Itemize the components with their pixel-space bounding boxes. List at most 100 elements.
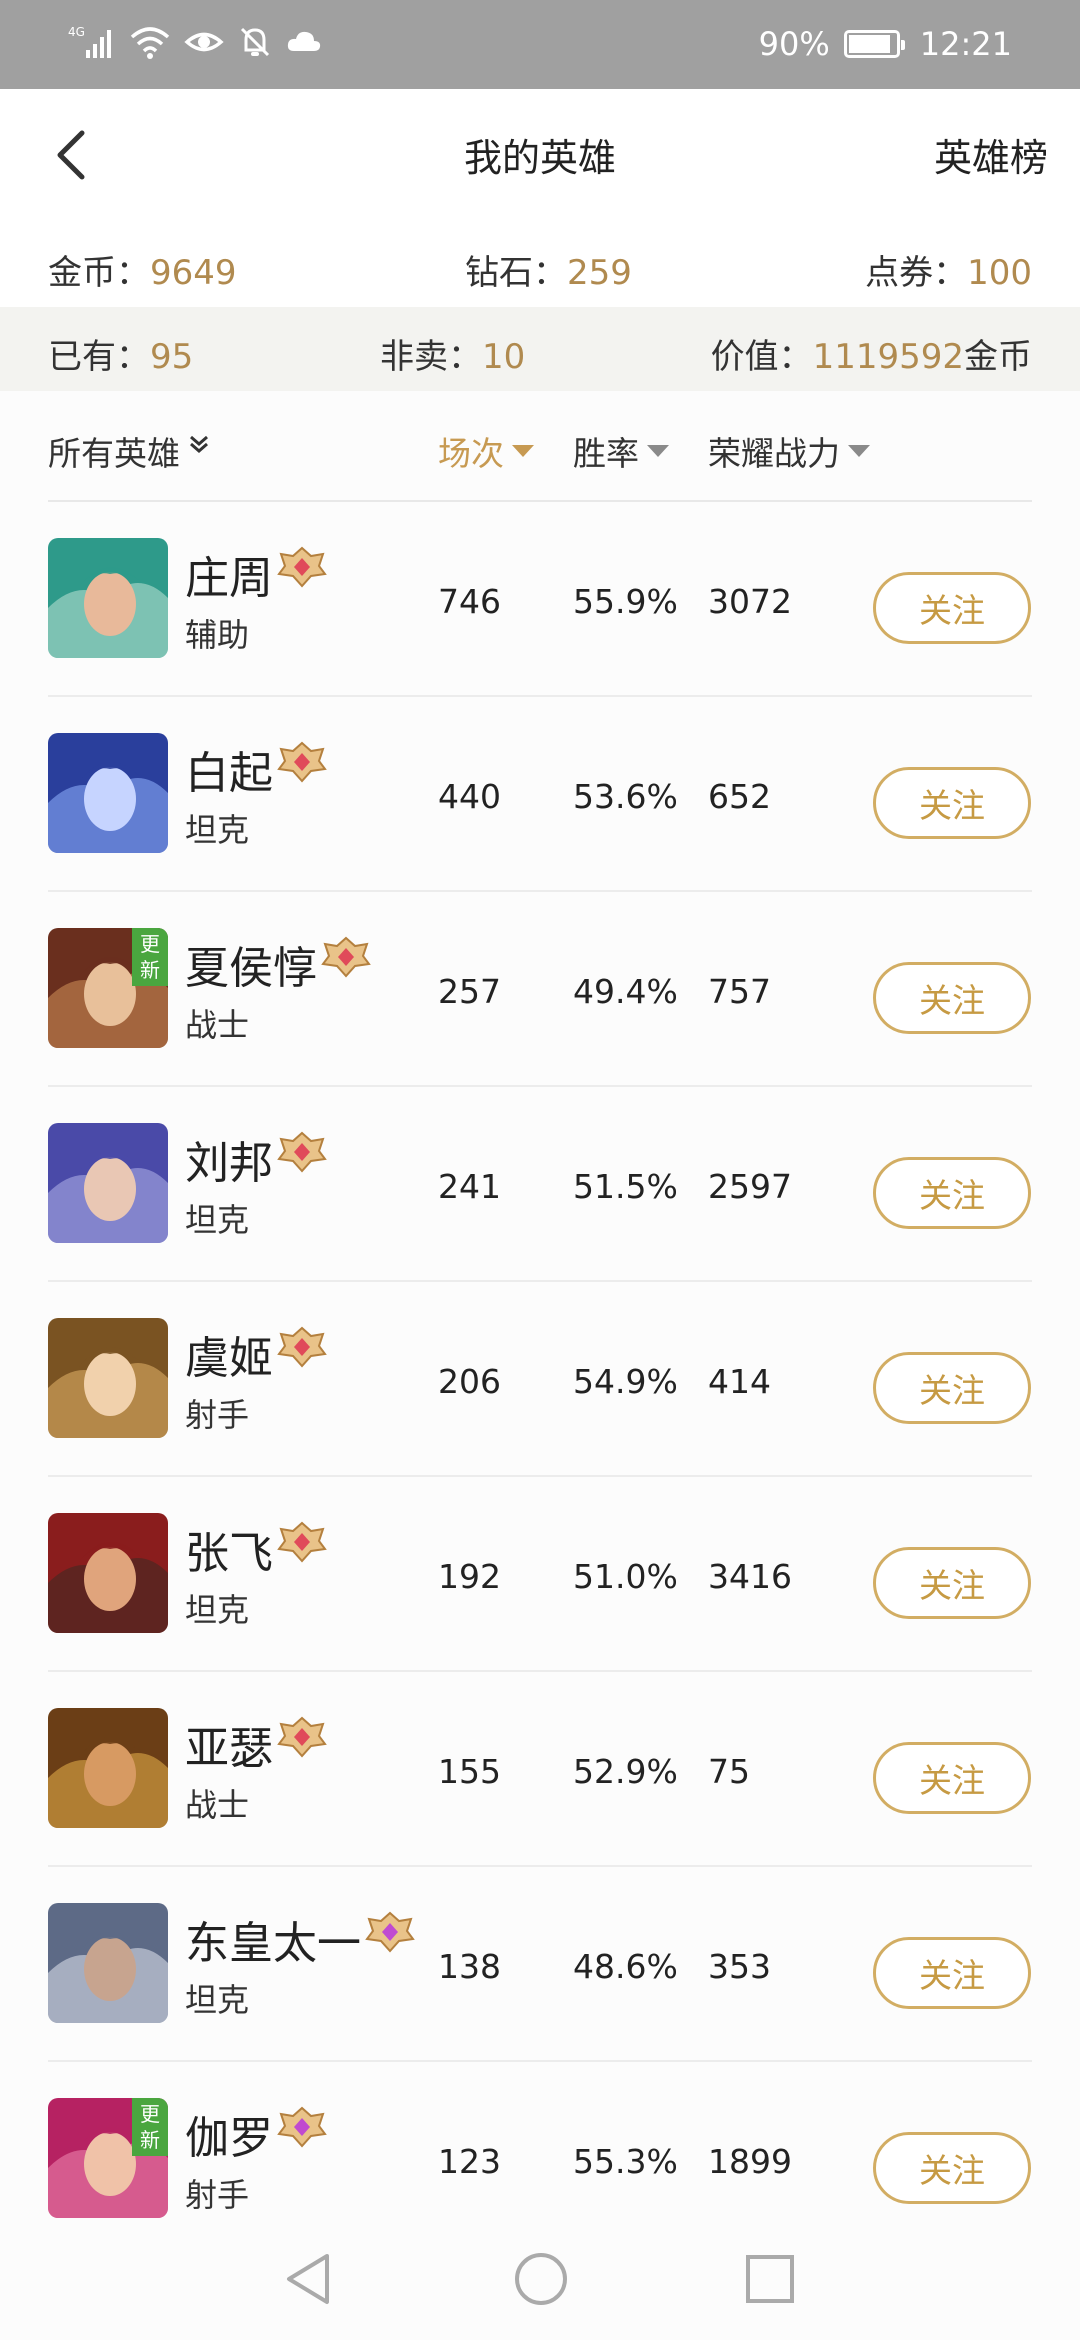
hero-row[interactable]: 庄周 辅助 746 55.9% 3072 关注 [48, 502, 1032, 697]
network-type: 4G [68, 25, 85, 39]
worth-value: 1119592 [812, 337, 964, 377]
hero-ranking-link[interactable]: 英雄榜 [934, 127, 1048, 182]
matches-count: 440 [438, 777, 501, 816]
cellular-signal-icon: 4G [68, 24, 116, 64]
hero-name: 张飞 [185, 1528, 273, 1579]
worth-label: 价值： [710, 337, 813, 377]
eye-icon [184, 25, 224, 63]
glory-power: 3072 [708, 582, 792, 621]
hero-row[interactable]: 白起 坦克 440 53.6% 652 关注 [48, 697, 1032, 892]
nav-back-button[interactable] [283, 2250, 333, 2312]
sort-power[interactable]: 荣耀战力 [708, 427, 870, 475]
follow-button[interactable]: 关注 [873, 1352, 1031, 1424]
nav-recents-button[interactable] [743, 2250, 797, 2312]
follow-button[interactable]: 关注 [873, 767, 1031, 839]
clock: 12:21 [919, 25, 1012, 63]
square-recents-icon [746, 2255, 794, 2303]
system-nav-bar [0, 2220, 1080, 2340]
hero-name: 夏侯惇 [185, 943, 317, 994]
battery-icon [843, 30, 905, 58]
status-right: 90% 12:21 [759, 22, 1012, 66]
win-rate: 51.0% [573, 1557, 678, 1596]
hero-avatar: 更新 [48, 928, 168, 1048]
hero-name-wrap: 亚瑟 [185, 1712, 327, 1776]
rank-emblem-icon [277, 1131, 327, 1173]
win-rate: 55.9% [573, 582, 678, 621]
hero-row[interactable]: 东皇太一 坦克 138 48.6% 353 关注 [48, 1867, 1032, 2062]
hero-filter-dropdown[interactable]: 所有英雄 [48, 427, 212, 475]
matches-header-label: 场次 [438, 434, 504, 473]
matches-count: 192 [438, 1557, 501, 1596]
matches-count: 206 [438, 1362, 501, 1401]
hero-name-wrap: 白起 [185, 737, 327, 801]
sort-desc-icon [848, 445, 870, 457]
circle-home-icon [515, 2253, 567, 2305]
glory-power: 2597 [708, 1167, 792, 1206]
gold-label: 金币： [48, 253, 150, 293]
hero-row[interactable]: 刘邦 坦克 241 51.5% 2597 关注 [48, 1087, 1032, 1282]
rank-emblem-icon [277, 1716, 327, 1758]
win-rate: 51.5% [573, 1167, 678, 1206]
hero-row[interactable]: 张飞 坦克 192 51.0% 3416 关注 [48, 1477, 1032, 1672]
hero-role: 坦克 [185, 811, 250, 849]
not-for-sale-count: 非卖：10 [380, 329, 525, 378]
rank-emblem-icon [277, 1326, 327, 1368]
hero-role: 战士 [185, 1006, 250, 1044]
glory-power: 757 [708, 972, 771, 1011]
hero-name-wrap: 张飞 [185, 1517, 327, 1581]
hero-name: 刘邦 [185, 1138, 273, 1189]
owned-count: 已有：95 [48, 329, 193, 378]
matches-count: 241 [438, 1167, 501, 1206]
follow-button[interactable]: 关注 [873, 1742, 1031, 1814]
nav-home-button[interactable] [512, 2250, 570, 2312]
hero-portrait-image [48, 538, 168, 658]
hero-name-wrap: 夏侯惇 [185, 932, 371, 996]
glory-power: 353 [708, 1947, 771, 1986]
glory-power: 75 [708, 1752, 750, 1791]
not-for-sale-label: 非卖： [380, 337, 482, 377]
win-rate: 53.6% [573, 777, 678, 816]
follow-button[interactable]: 关注 [873, 1547, 1031, 1619]
hero-name: 白起 [185, 748, 273, 799]
cloud-icon [286, 25, 322, 63]
diamond-value: 259 [567, 253, 632, 293]
hero-name-wrap: 虞姬 [185, 1322, 327, 1386]
hero-portrait-image [48, 1513, 168, 1633]
bell-muted-icon [238, 25, 272, 63]
hero-role: 射手 [185, 1396, 250, 1434]
hero-name-wrap: 庄周 [185, 542, 327, 606]
double-chevron-down-icon [190, 435, 208, 453]
hero-role: 坦克 [185, 1201, 250, 1239]
follow-button[interactable]: 关注 [873, 962, 1031, 1034]
hero-row[interactable]: 亚瑟 战士 155 52.9% 75 关注 [48, 1672, 1032, 1867]
hero-avatar [48, 1513, 168, 1633]
matches-count: 155 [438, 1752, 501, 1791]
follow-button[interactable]: 关注 [873, 1157, 1031, 1229]
power-header-label: 荣耀战力 [708, 434, 840, 473]
follow-button[interactable]: 关注 [873, 2132, 1031, 2204]
rank-emblem-icon [277, 2106, 327, 2148]
hero-list: 庄周 辅助 746 55.9% 3072 关注 白起 坦克 440 53.6% … [0, 502, 1080, 2257]
matches-count: 257 [438, 972, 501, 1011]
rank-emblem-icon [277, 546, 327, 588]
hero-portrait-image [48, 1318, 168, 1438]
glory-power: 3416 [708, 1557, 792, 1596]
rank-emblem-icon [277, 741, 327, 783]
matches-count: 123 [438, 2142, 501, 2181]
hero-role: 坦克 [185, 1981, 250, 2019]
glory-power: 414 [708, 1362, 771, 1401]
follow-button[interactable]: 关注 [873, 572, 1031, 644]
gold-value: 9649 [150, 253, 237, 293]
hero-row[interactable]: 更新 夏侯惇 战士 257 49.4% 757 关注 [48, 892, 1032, 1087]
sort-winrate[interactable]: 胜率 [573, 427, 669, 475]
sort-desc-icon [512, 445, 534, 457]
follow-button[interactable]: 关注 [873, 1937, 1031, 2009]
hero-portrait-image [48, 1903, 168, 2023]
hero-row[interactable]: 虞姬 射手 206 54.9% 414 关注 [48, 1282, 1032, 1477]
hero-name: 亚瑟 [185, 1723, 273, 1774]
matches-count: 746 [438, 582, 501, 621]
hero-avatar [48, 1903, 168, 2023]
voucher-value: 100 [967, 253, 1032, 293]
not-for-sale-value: 10 [482, 337, 526, 377]
sort-matches[interactable]: 场次 [438, 427, 534, 475]
